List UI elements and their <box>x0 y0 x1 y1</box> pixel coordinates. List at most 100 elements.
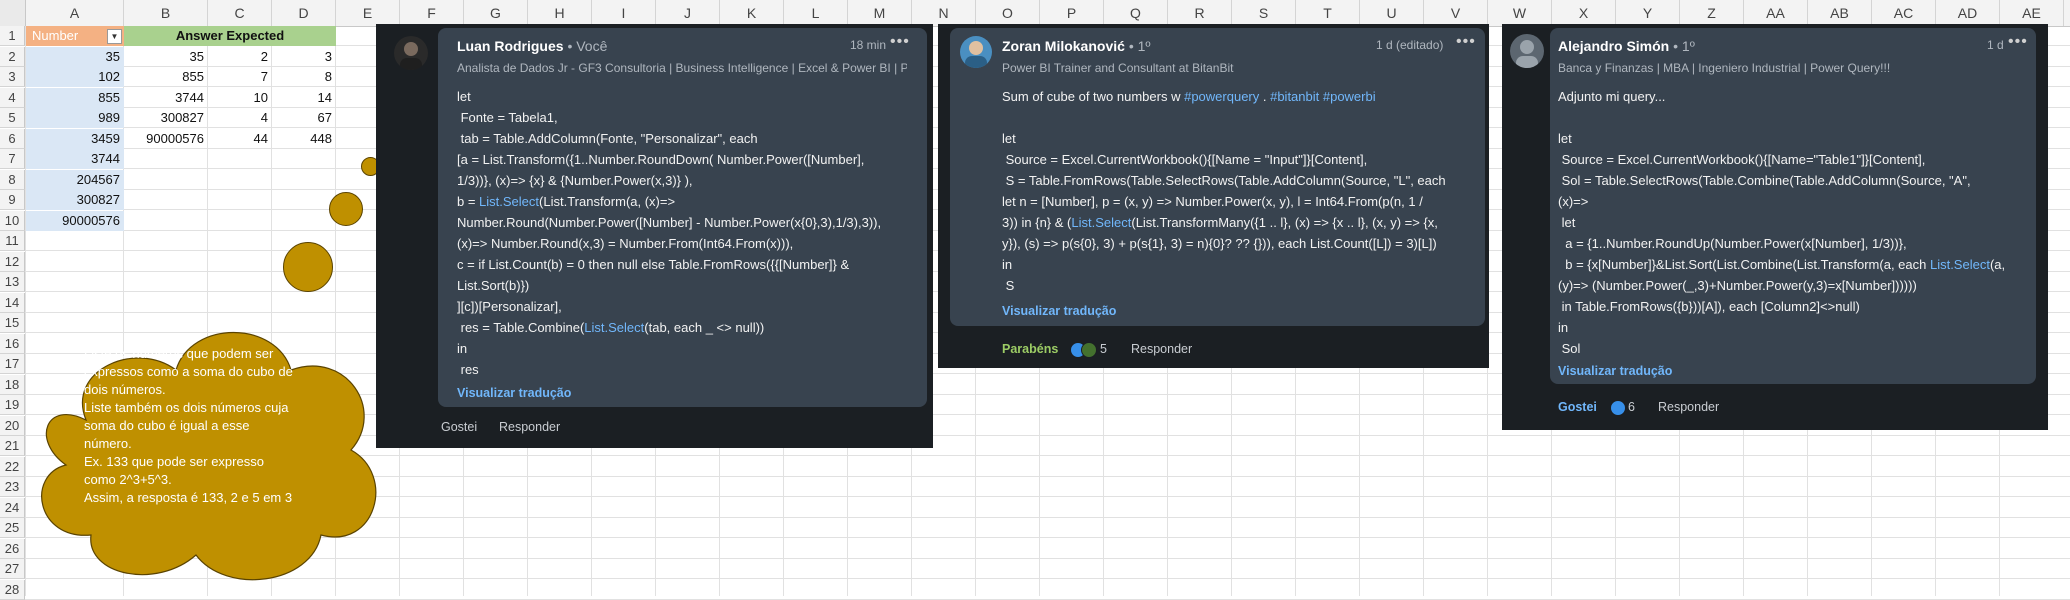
cell-answer[interactable]: 14 <box>272 88 336 108</box>
filter-dropdown-icon[interactable]: ▼ <box>107 29 122 44</box>
column-header-l[interactable]: L <box>784 0 848 26</box>
column-header-k[interactable]: K <box>720 0 784 26</box>
row-header-10[interactable]: 10 <box>0 210 25 231</box>
column-header-b[interactable]: B <box>124 0 208 26</box>
row-header-27[interactable]: 27 <box>0 559 25 579</box>
cell-answer[interactable]: 4 <box>208 108 272 128</box>
column-header-s[interactable]: S <box>1232 0 1296 26</box>
column-header-g[interactable]: G <box>464 0 528 26</box>
row-header-15[interactable]: 15 <box>0 313 25 333</box>
column-header-u[interactable]: U <box>1360 0 1424 26</box>
cell-answer[interactable]: 90000576 <box>124 129 208 149</box>
cell-answer[interactable]: 7 <box>208 67 272 87</box>
row-header-4[interactable]: 4 <box>0 87 25 108</box>
row-header-11[interactable]: 11 <box>0 231 25 251</box>
column-header-n[interactable]: N <box>912 0 976 26</box>
column-header-w[interactable]: W <box>1488 0 1552 26</box>
column-header-p[interactable]: P <box>1040 0 1104 26</box>
row-header-28[interactable]: 28 <box>0 579 25 600</box>
cell-number[interactable]: 204567 <box>26 169 124 190</box>
column-header-m[interactable]: M <box>848 0 912 26</box>
reply-button[interactable]: Responder <box>1131 342 1192 356</box>
cell-number[interactable]: 3459 <box>26 128 124 149</box>
translate-link[interactable]: Visualizar tradução <box>457 386 571 400</box>
column-header-ab[interactable]: AB <box>1808 0 1872 26</box>
cell-answer[interactable]: 2 <box>208 47 272 67</box>
code-link[interactable]: List.Select <box>584 320 644 335</box>
select-all-corner[interactable] <box>0 0 26 26</box>
code-link[interactable]: List.Select <box>479 194 539 209</box>
row-header-19[interactable]: 19 <box>0 395 25 415</box>
column-header-ad[interactable]: AD <box>1936 0 2000 26</box>
cell-number[interactable]: 102 <box>26 67 124 87</box>
author-name[interactable]: Alejandro Simón • 1º <box>1558 38 1695 54</box>
column-header-o[interactable]: O <box>976 0 1040 26</box>
row-header-3[interactable]: 3 <box>0 67 25 87</box>
more-options-icon[interactable]: ••• <box>1456 33 1476 51</box>
cell-answer[interactable]: 67 <box>272 108 336 128</box>
celebrate-button[interactable]: Parabéns <box>1002 342 1058 356</box>
row-header-23[interactable]: 23 <box>0 477 25 497</box>
cell-answer[interactable]: 855 <box>124 67 208 87</box>
cell-answer[interactable]: 44 <box>208 129 272 149</box>
code-link[interactable]: List.Select <box>1930 257 1990 272</box>
code-link[interactable]: List.Select <box>1071 215 1131 230</box>
column-header-j[interactable]: J <box>656 0 720 26</box>
column-header-z[interactable]: Z <box>1680 0 1744 26</box>
more-options-icon[interactable]: ••• <box>2008 33 2028 51</box>
reply-button[interactable]: Responder <box>1658 400 1719 414</box>
cell-number[interactable]: 989 <box>26 108 124 128</box>
cell-answer[interactable]: 3 <box>272 47 336 67</box>
cell-number[interactable]: 90000576 <box>26 210 124 231</box>
cell-answer[interactable]: 8 <box>272 67 336 87</box>
column-header-f[interactable]: F <box>400 0 464 26</box>
column-header-a[interactable]: A <box>26 0 124 26</box>
row-header-13[interactable]: 13 <box>0 272 25 292</box>
like-button[interactable]: Gostei <box>441 420 477 434</box>
row-header-5[interactable]: 5 <box>0 108 25 128</box>
cell-number[interactable]: 35 <box>26 46 124 67</box>
cell-answer[interactable]: 448 <box>272 129 336 149</box>
row-header-17[interactable]: 17 <box>0 354 25 374</box>
header-number[interactable]: Number ▼ <box>26 26 124 46</box>
row-header-9[interactable]: 9 <box>0 190 25 210</box>
column-header-i[interactable]: I <box>592 0 656 26</box>
like-button[interactable]: Gostei <box>1558 400 1597 414</box>
row-header-7[interactable]: 7 <box>0 149 25 169</box>
column-header-t[interactable]: T <box>1296 0 1360 26</box>
hashtag-powerquery[interactable]: #powerquery <box>1184 89 1259 104</box>
row-header-1[interactable]: 1 <box>0 26 25 46</box>
row-header-22[interactable]: 22 <box>0 456 25 477</box>
header-answer-expected[interactable]: Answer Expected <box>124 26 336 46</box>
column-header-d[interactable]: D <box>272 0 336 26</box>
column-header-y[interactable]: Y <box>1616 0 1680 26</box>
row-header-12[interactable]: 12 <box>0 251 25 272</box>
cell-answer[interactable]: 300827 <box>124 108 208 128</box>
author-name[interactable]: Luan Rodrigues • Você <box>457 38 607 54</box>
avatar[interactable] <box>960 36 992 68</box>
column-header-aa[interactable]: AA <box>1744 0 1808 26</box>
reply-button[interactable]: Responder <box>499 420 560 434</box>
column-header-h[interactable]: H <box>528 0 592 26</box>
cell-answer[interactable]: 35 <box>124 47 208 67</box>
row-header-16[interactable]: 16 <box>0 333 25 354</box>
cell-number[interactable]: 855 <box>26 87 124 108</box>
row-header-21[interactable]: 21 <box>0 436 25 456</box>
column-header-r[interactable]: R <box>1168 0 1232 26</box>
column-header-ae[interactable]: AE <box>2000 0 2064 26</box>
hashtag-bitanbit-powerbi[interactable]: #bitanbit #powerbi <box>1270 89 1376 104</box>
row-header-14[interactable]: 14 <box>0 292 25 313</box>
more-options-icon[interactable]: ••• <box>890 33 910 51</box>
row-header-20[interactable]: 20 <box>0 415 25 436</box>
column-header-ac[interactable]: AC <box>1872 0 1936 26</box>
column-header-v[interactable]: V <box>1424 0 1488 26</box>
avatar[interactable] <box>394 36 428 70</box>
column-header-q[interactable]: Q <box>1104 0 1168 26</box>
row-header-25[interactable]: 25 <box>0 518 25 538</box>
cell-answer[interactable]: 10 <box>208 88 272 108</box>
row-header-26[interactable]: 26 <box>0 538 25 559</box>
avatar[interactable] <box>1510 34 1544 68</box>
reaction-icons[interactable] <box>1070 341 1097 358</box>
column-header-c[interactable]: C <box>208 0 272 26</box>
cell-number[interactable]: 3744 <box>26 149 124 169</box>
